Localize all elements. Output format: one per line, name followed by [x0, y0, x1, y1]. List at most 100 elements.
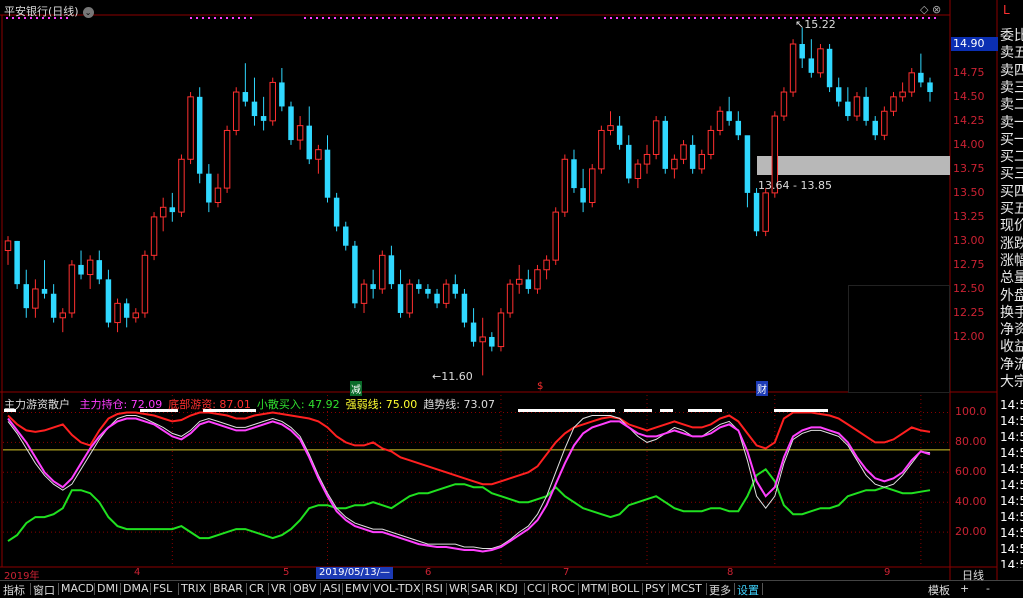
bottom-right-1[interactable]: + — [960, 582, 969, 595]
tab-MCST[interactable]: MCST — [671, 582, 702, 595]
signal-dot — [862, 17, 864, 19]
candle-body — [434, 293, 440, 304]
marker-dollar[interactable]: $ — [537, 381, 543, 392]
candle-body — [571, 159, 577, 189]
candle-body — [59, 312, 67, 319]
candle-body — [515, 278, 523, 285]
tab-BRAR[interactable]: BRAR — [213, 582, 243, 595]
candle-body — [260, 116, 267, 121]
month-label: 8 — [727, 567, 734, 578]
indicator-name[interactable]: 主力游资散户 — [4, 398, 70, 411]
chart-tools-icons[interactable]: ◇ ⊗ — [920, 3, 941, 16]
tab-separator — [120, 583, 121, 595]
candle-body — [269, 81, 276, 122]
tab-separator — [468, 583, 469, 595]
signal-dot — [226, 17, 228, 19]
price-tick: 14.25 — [953, 113, 985, 127]
candle-body — [762, 192, 769, 232]
candle-body — [626, 144, 632, 179]
tab-OBV[interactable]: OBV — [293, 582, 316, 595]
signal-dot — [454, 17, 456, 19]
tab-VR[interactable]: VR — [271, 582, 286, 595]
tab-DMI[interactable]: DMI — [97, 582, 118, 595]
signal-dot — [766, 17, 768, 19]
tab-separator — [524, 583, 525, 595]
tab-RSI[interactable]: RSI — [425, 582, 443, 595]
time-tick: 14:5 — [1000, 558, 1023, 568]
price-tick: 13.25 — [953, 209, 985, 223]
candle-body — [689, 144, 696, 169]
security-name: 平安银行(日线) — [4, 5, 79, 18]
candle-body — [927, 82, 933, 93]
tab-VOL-TDX[interactable]: VOL-TDX — [373, 582, 421, 595]
candle-body — [671, 158, 678, 170]
tab-PSY[interactable]: PSY — [645, 582, 665, 595]
tab-separator — [94, 583, 95, 595]
tab-MACD[interactable]: MACD — [61, 582, 94, 595]
price-tick: 13.50 — [953, 185, 985, 199]
candle-body — [114, 302, 121, 324]
candle-body — [881, 110, 888, 136]
signal-dot — [364, 17, 366, 19]
signal-dot — [190, 17, 192, 19]
price-tick: 12.25 — [953, 305, 985, 319]
candle-body — [652, 120, 660, 155]
signal-dot — [640, 17, 642, 19]
tab-WR[interactable]: WR — [449, 582, 468, 595]
signal-dot — [514, 17, 516, 19]
current-price-badge: 14.90 — [951, 37, 998, 51]
signal-dot — [778, 17, 780, 19]
tab-MTM[interactable]: MTM — [581, 582, 607, 595]
marker-cai[interactable]: 财 — [756, 381, 768, 396]
signal-dot — [784, 17, 786, 19]
tab-KDJ[interactable]: KDJ — [499, 582, 518, 595]
signal-dot — [232, 17, 234, 19]
candle-body — [506, 283, 514, 314]
tab-BOLL[interactable]: BOLL — [611, 582, 639, 595]
signal-dot — [790, 17, 792, 19]
signal-dot — [202, 17, 204, 19]
signal-dot — [664, 17, 666, 19]
tab-SAR[interactable]: SAR — [471, 582, 493, 595]
signal-dot — [478, 17, 480, 19]
candle-body — [315, 149, 322, 160]
signal-dot — [718, 17, 720, 19]
month-label: 7 — [563, 567, 570, 578]
candle-body — [41, 288, 48, 294]
signal-dot — [334, 17, 336, 19]
signal-dot — [886, 17, 888, 19]
signal-dot — [844, 17, 846, 19]
candle-body — [343, 226, 349, 246]
marker-jian[interactable]: 减 — [350, 381, 362, 396]
signal-dot — [400, 17, 402, 19]
tab-separator — [370, 583, 371, 595]
signal-dot — [472, 17, 474, 19]
signal-dot — [670, 17, 672, 19]
tab-ASI[interactable]: ASI — [323, 582, 341, 595]
candle-body — [726, 111, 732, 121]
candle-body — [872, 120, 878, 136]
candle-body — [68, 264, 76, 314]
high-price-label: ↖15.22 — [795, 18, 836, 31]
candle-body — [425, 288, 431, 294]
tab-TRIX[interactable]: TRIX — [181, 582, 206, 595]
tab-DMA[interactable]: DMA — [123, 582, 149, 595]
tab-CCI[interactable]: CCI — [527, 582, 546, 595]
tab-FSL[interactable]: FSL — [153, 582, 172, 595]
candle-body — [78, 264, 84, 275]
candle-body — [561, 158, 569, 213]
candle-body — [826, 48, 833, 88]
signal-dot — [874, 17, 876, 19]
candle-body — [753, 192, 760, 232]
signal-dot — [916, 17, 918, 19]
tab-ROC[interactable]: ROC — [551, 582, 575, 595]
settings-circle-icon[interactable]: ⌄ — [82, 6, 94, 18]
candle-body — [169, 207, 176, 213]
tab-separator — [642, 583, 643, 595]
tab-EMV[interactable]: EMV — [345, 582, 369, 595]
bottom-right-3[interactable]: 日线 — [962, 567, 984, 583]
bottom-right-2[interactable]: - — [986, 582, 990, 595]
signal-dot — [682, 17, 684, 19]
tab-CR[interactable]: CR — [249, 582, 264, 595]
candle-body — [789, 43, 797, 93]
